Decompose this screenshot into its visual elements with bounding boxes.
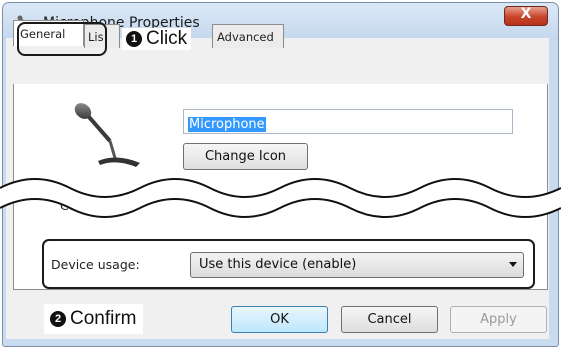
device-usage-label: Device usage:	[51, 257, 140, 272]
ok-button[interactable]: OK	[231, 306, 328, 333]
microphone-device-icon	[74, 103, 140, 167]
close-button[interactable]: X	[504, 6, 548, 26]
torn-edge-divider	[0, 178, 561, 218]
close-icon: X	[520, 6, 532, 22]
step1-callout: 1 Click	[122, 28, 192, 50]
step2-text: Confirm	[70, 308, 137, 329]
dropdown-arrow-icon	[509, 262, 517, 267]
device-name-input[interactable]: Microphone	[183, 109, 513, 134]
cancel-button[interactable]: Cancel	[341, 306, 438, 333]
device-name-value: Microphone	[188, 117, 266, 132]
step1-number: 1	[126, 31, 142, 47]
step2-number: 2	[50, 311, 66, 327]
device-usage-select[interactable]: Use this device (enable)	[190, 252, 524, 278]
change-icon-button[interactable]: Change Icon	[183, 143, 308, 170]
device-usage-value: Use this device (enable)	[199, 257, 357, 272]
tab-advanced[interactable]: Advanced	[212, 24, 284, 48]
step2-callout: 2 Confirm	[44, 304, 143, 334]
tab-highlight-callout	[17, 22, 107, 56]
apply-button[interactable]: Apply	[450, 306, 547, 333]
step1-text: Click	[146, 28, 188, 49]
